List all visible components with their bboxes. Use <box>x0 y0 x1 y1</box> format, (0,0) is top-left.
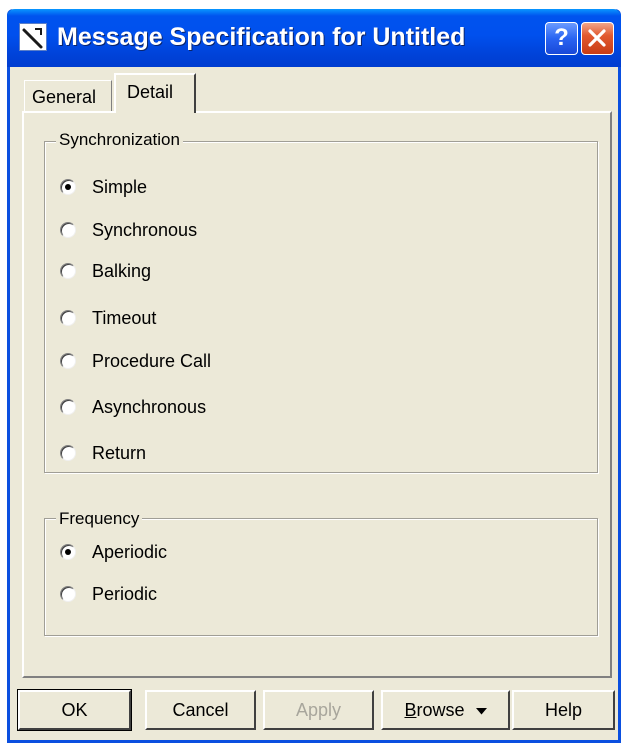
apply-button[interactable]: Apply <box>263 690 374 730</box>
radio-label: Asynchronous <box>92 397 207 417</box>
ok-button-label: OK <box>61 700 88 720</box>
radio-button[interactable] <box>60 263 76 279</box>
radio-label: Aperiodic <box>92 542 168 562</box>
frequency-legend: Frequency <box>56 509 143 529</box>
title-bar[interactable]: Message Specification for Untitled ? <box>7 9 621 67</box>
browse-button-label: rowse <box>416 700 465 720</box>
radio-button[interactable] <box>60 544 76 560</box>
radio-button[interactable] <box>60 586 76 602</box>
help-button-label: Help <box>544 700 583 720</box>
tab-detail[interactable]: Detail <box>114 73 196 113</box>
radio-button[interactable] <box>60 222 76 238</box>
tab-detail-label: Detail <box>127 82 174 102</box>
radio-button[interactable] <box>60 310 76 326</box>
radio-label: Balking <box>92 261 152 281</box>
message-spec-icon <box>19 23 47 51</box>
dialog-title: Message Specification for Untitled <box>57 23 466 51</box>
radio-button[interactable] <box>60 399 76 415</box>
tab-general[interactable]: General <box>24 80 112 111</box>
cancel-button[interactable]: Cancel <box>145 690 256 730</box>
synchronization-legend: Synchronization <box>56 130 183 150</box>
radio-label: Periodic <box>92 584 158 604</box>
radio-selected-dot <box>65 549 71 555</box>
browse-mnemonic: B <box>404 700 417 720</box>
question-mark-icon: ? <box>554 24 569 51</box>
radio-button[interactable] <box>60 353 76 369</box>
radio-label: Procedure Call <box>92 351 212 371</box>
radio-button[interactable] <box>60 179 76 195</box>
radio-button[interactable] <box>60 445 76 461</box>
help-title-button[interactable]: ? <box>545 22 578 55</box>
radio-label: Synchronous <box>92 220 198 240</box>
radio-label: Simple <box>92 177 148 197</box>
cancel-button-label: Cancel <box>172 700 229 720</box>
radio-label: Return <box>92 443 147 463</box>
radio-label: Timeout <box>92 308 157 328</box>
apply-button-label: Apply <box>295 700 342 720</box>
close-icon <box>588 29 606 47</box>
radio-selected-dot <box>65 184 71 190</box>
frequency-group <box>44 518 598 636</box>
ok-button[interactable]: OK <box>17 689 132 731</box>
tab-general-label: General <box>32 87 97 107</box>
caret-down-icon <box>475 707 487 715</box>
browse-button[interactable]: Browse <box>381 690 510 730</box>
close-button[interactable] <box>581 22 614 55</box>
help-button[interactable]: Help <box>512 690 615 730</box>
